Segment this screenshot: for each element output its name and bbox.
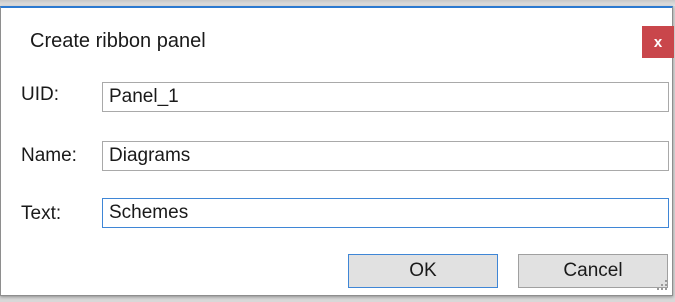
resize-grip-icon[interactable] xyxy=(657,280,669,292)
ok-button[interactable]: OK xyxy=(348,254,498,288)
name-field[interactable]: Diagrams xyxy=(102,141,669,171)
close-button[interactable]: x xyxy=(642,26,674,58)
text-label: Text: xyxy=(21,203,62,224)
name-field-value: Diagrams xyxy=(109,145,191,166)
dialog-title: Create ribbon panel xyxy=(30,30,206,52)
name-label: Name: xyxy=(21,145,77,166)
cancel-button[interactable]: Cancel xyxy=(518,254,668,288)
text-field[interactable]: Schemes xyxy=(102,198,669,228)
text-field-value: Schemes xyxy=(109,202,189,223)
uid-field[interactable]: Panel_1 xyxy=(102,82,669,112)
close-icon: x xyxy=(653,33,663,51)
uid-field-value: Panel_1 xyxy=(109,86,179,107)
uid-label: UID: xyxy=(21,84,59,105)
